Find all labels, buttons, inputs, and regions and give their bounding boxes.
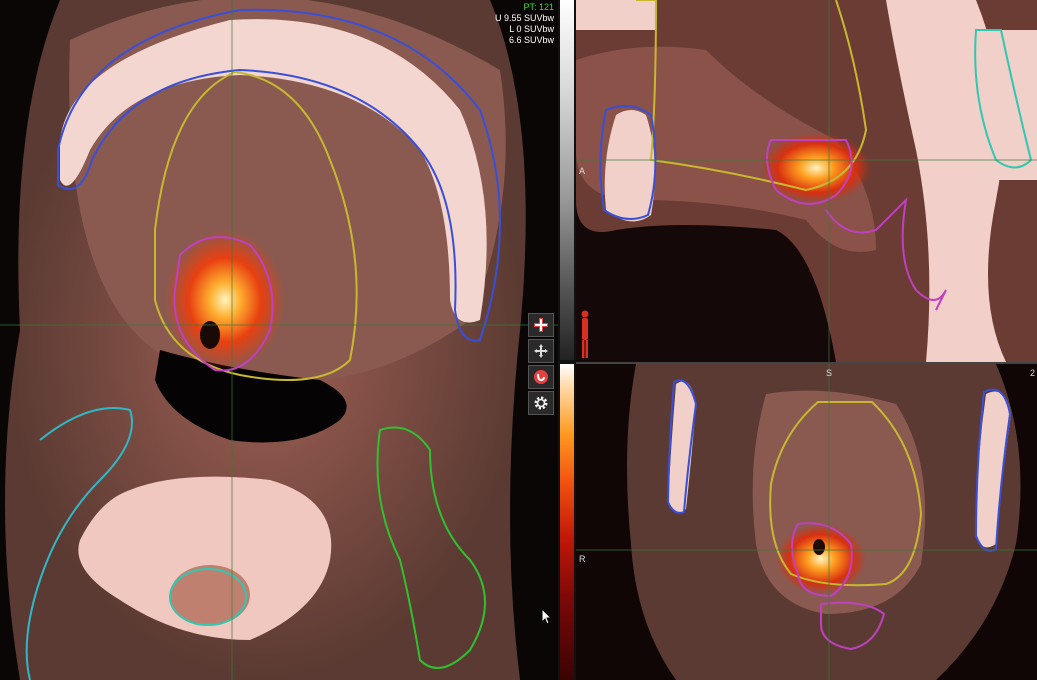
settings-tool-button[interactable] — [528, 391, 554, 415]
coronal-view[interactable]: S R 2 — [576, 364, 1037, 680]
viewer-toolbar — [528, 313, 554, 417]
pan-tool-button[interactable] — [528, 339, 554, 363]
axial-scan-image — [0, 0, 558, 680]
sagittal-orientation-anterior: A — [579, 166, 586, 176]
coronal-orientation-superior: S — [826, 368, 833, 378]
gear-icon — [534, 396, 548, 410]
mouse-cursor-icon — [541, 608, 553, 625]
magnet-icon — [534, 370, 548, 384]
move-arrows-icon — [534, 344, 548, 358]
pt-label: PT: 121 — [523, 2, 554, 12]
ct-colorbar — [560, 0, 574, 360]
axial-view[interactable]: PT: 121 U 9.55 SUVbw L 0 SUVbw 6.6 SUVbw — [0, 0, 558, 680]
crosshair-red-icon — [534, 318, 548, 332]
coronal-orientation-right: R — [579, 554, 586, 564]
crosshair-tool-button[interactable] — [528, 313, 554, 337]
upper-window: U 9.55 SUVbw — [494, 13, 554, 23]
coronal-slice-number: 2 — [1029, 368, 1035, 378]
lower-window: L 0 SUVbw — [509, 24, 554, 34]
coronal-scan-image — [576, 364, 1037, 680]
patient-orientation-icon — [581, 310, 589, 358]
sagittal-view[interactable]: A — [576, 0, 1037, 362]
pet-colorbar — [560, 364, 574, 680]
window-width: 6.6 SUVbw — [508, 35, 554, 45]
suv-overlay: PT: 121 U 9.55 SUVbw L 0 SUVbw 6.6 SUVbw — [495, 2, 554, 46]
magnet-tool-button[interactable] — [528, 365, 554, 389]
sagittal-scan-image — [576, 0, 1037, 362]
